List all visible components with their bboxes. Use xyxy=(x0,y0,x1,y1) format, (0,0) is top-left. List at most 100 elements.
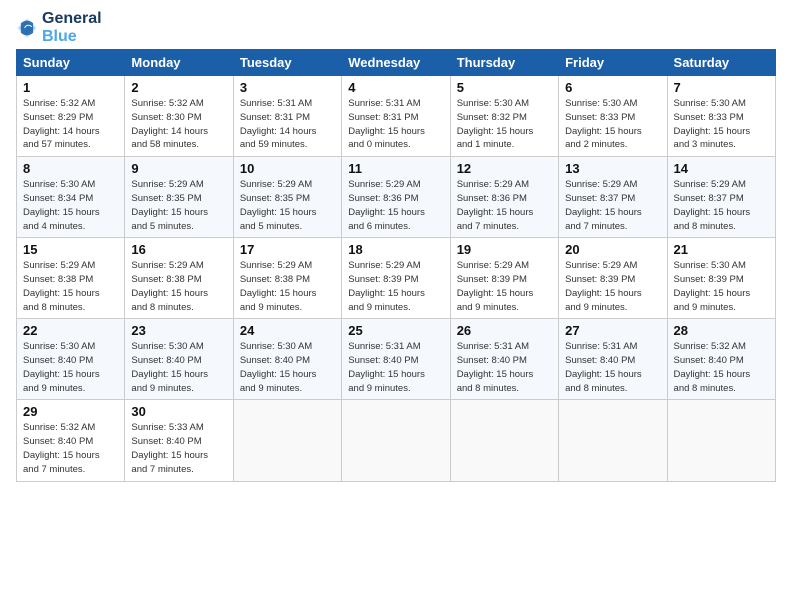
calendar-day-cell: 28 Sunrise: 5:32 AM Sunset: 8:40 PM Dayli… xyxy=(667,319,775,400)
page: General Blue SundayMondayTuesdayWednesda… xyxy=(0,0,792,612)
calendar-day-cell: 26 Sunrise: 5:31 AM Sunset: 8:40 PM Dayli… xyxy=(450,319,558,400)
day-info: Sunrise: 5:29 AM Sunset: 8:38 PM Dayligh… xyxy=(23,259,118,314)
calendar-day-cell: 5Sunrise: 5:30 AM Sunset: 8:32 PM Daylig… xyxy=(450,76,558,157)
day-number: 12 xyxy=(457,161,552,176)
calendar-day-cell: 3 Sunrise: 5:31 AM Sunset: 8:31 PM Daylig… xyxy=(233,76,341,157)
day-info: Sunrise: 5:29 AM Sunset: 8:35 PM Dayligh… xyxy=(240,178,335,233)
weekday-header-cell: Wednesday xyxy=(342,50,450,76)
header: General Blue xyxy=(16,10,776,45)
calendar-week-row: 29 Sunrise: 5:32 AM Sunset: 8:40 PM Dayli… xyxy=(17,400,776,481)
day-info: Sunrise: 5:32 AM Sunset: 8:40 PM Dayligh… xyxy=(674,340,769,395)
day-info: Sunrise: 5:30 AM Sunset: 8:40 PM Dayligh… xyxy=(131,340,226,395)
calendar-table: SundayMondayTuesdayWednesdayThursdayFrid… xyxy=(16,49,776,481)
calendar-day-cell: 27 Sunrise: 5:31 AM Sunset: 8:40 PM Dayli… xyxy=(559,319,667,400)
calendar-day-cell: 22Sunrise: 5:30 AM Sunset: 8:40 PM Dayli… xyxy=(17,319,125,400)
calendar-day-cell: 18 Sunrise: 5:29 AM Sunset: 8:39 PM Dayli… xyxy=(342,238,450,319)
day-info: Sunrise: 5:29 AM Sunset: 8:36 PM Dayligh… xyxy=(457,178,552,233)
day-number: 27 xyxy=(565,323,660,338)
day-number: 20 xyxy=(565,242,660,257)
day-number: 23 xyxy=(131,323,226,338)
day-info: Sunrise: 5:30 AM Sunset: 8:39 PM Dayligh… xyxy=(674,259,769,314)
day-number: 26 xyxy=(457,323,552,338)
day-info: Sunrise: 5:29 AM Sunset: 8:39 PM Dayligh… xyxy=(457,259,552,314)
calendar-day-cell: 29 Sunrise: 5:32 AM Sunset: 8:40 PM Dayli… xyxy=(17,400,125,481)
day-number: 9 xyxy=(131,161,226,176)
calendar-day-cell: 25 Sunrise: 5:31 AM Sunset: 8:40 PM Dayli… xyxy=(342,319,450,400)
calendar-week-row: 8 Sunrise: 5:30 AM Sunset: 8:34 PM Daylig… xyxy=(17,157,776,238)
calendar-day-cell xyxy=(667,400,775,481)
weekday-header-row: SundayMondayTuesdayWednesdayThursdayFrid… xyxy=(17,50,776,76)
day-info: Sunrise: 5:29 AM Sunset: 8:39 PM Dayligh… xyxy=(565,259,660,314)
weekday-header-cell: Sunday xyxy=(17,50,125,76)
day-number: 3 xyxy=(240,80,335,95)
day-number: 7 xyxy=(674,80,769,95)
calendar-day-cell: 13 Sunrise: 5:29 AM Sunset: 8:37 PM Dayli… xyxy=(559,157,667,238)
calendar-week-row: 22Sunrise: 5:30 AM Sunset: 8:40 PM Dayli… xyxy=(17,319,776,400)
calendar-day-cell: 23 Sunrise: 5:30 AM Sunset: 8:40 PM Dayli… xyxy=(125,319,233,400)
day-number: 1 xyxy=(23,80,118,95)
weekday-header-cell: Friday xyxy=(559,50,667,76)
logo-icon xyxy=(16,17,38,39)
day-number: 17 xyxy=(240,242,335,257)
calendar-day-cell: 2 Sunrise: 5:32 AM Sunset: 8:30 PM Daylig… xyxy=(125,76,233,157)
day-number: 30 xyxy=(131,404,226,419)
calendar-day-cell: 9Sunrise: 5:29 AM Sunset: 8:35 PM Daylig… xyxy=(125,157,233,238)
day-info: Sunrise: 5:31 AM Sunset: 8:31 PM Dayligh… xyxy=(240,97,335,152)
day-number: 15 xyxy=(23,242,118,257)
calendar-day-cell: 17 Sunrise: 5:29 AM Sunset: 8:38 PM Dayli… xyxy=(233,238,341,319)
calendar-day-cell: 20 Sunrise: 5:29 AM Sunset: 8:39 PM Dayli… xyxy=(559,238,667,319)
day-info: Sunrise: 5:29 AM Sunset: 8:38 PM Dayligh… xyxy=(240,259,335,314)
logo: General Blue xyxy=(16,10,102,45)
day-number: 11 xyxy=(348,161,443,176)
calendar-day-cell: 11 Sunrise: 5:29 AM Sunset: 8:36 PM Dayli… xyxy=(342,157,450,238)
calendar-day-cell xyxy=(559,400,667,481)
weekday-header-cell: Monday xyxy=(125,50,233,76)
day-info: Sunrise: 5:30 AM Sunset: 8:40 PM Dayligh… xyxy=(240,340,335,395)
day-number: 18 xyxy=(348,242,443,257)
day-number: 25 xyxy=(348,323,443,338)
day-info: Sunrise: 5:29 AM Sunset: 8:37 PM Dayligh… xyxy=(674,178,769,233)
calendar-day-cell: 4 Sunrise: 5:31 AM Sunset: 8:31 PM Daylig… xyxy=(342,76,450,157)
day-number: 10 xyxy=(240,161,335,176)
calendar-day-cell: 7 Sunrise: 5:30 AM Sunset: 8:33 PM Daylig… xyxy=(667,76,775,157)
day-number: 16 xyxy=(131,242,226,257)
calendar-day-cell: 10 Sunrise: 5:29 AM Sunset: 8:35 PM Dayli… xyxy=(233,157,341,238)
calendar-day-cell: 8 Sunrise: 5:30 AM Sunset: 8:34 PM Daylig… xyxy=(17,157,125,238)
calendar-day-cell: 15 Sunrise: 5:29 AM Sunset: 8:38 PM Dayli… xyxy=(17,238,125,319)
day-number: 6 xyxy=(565,80,660,95)
day-info: Sunrise: 5:30 AM Sunset: 8:40 PM Dayligh… xyxy=(23,340,118,395)
day-number: 4 xyxy=(348,80,443,95)
day-info: Sunrise: 5:32 AM Sunset: 8:30 PM Dayligh… xyxy=(131,97,226,152)
day-number: 19 xyxy=(457,242,552,257)
calendar-day-cell xyxy=(233,400,341,481)
day-info: Sunrise: 5:31 AM Sunset: 8:40 PM Dayligh… xyxy=(565,340,660,395)
day-info: Sunrise: 5:30 AM Sunset: 8:32 PM Dayligh… xyxy=(457,97,552,152)
day-info: Sunrise: 5:31 AM Sunset: 8:40 PM Dayligh… xyxy=(457,340,552,395)
calendar-week-row: 1 Sunrise: 5:32 AM Sunset: 8:29 PM Daylig… xyxy=(17,76,776,157)
day-number: 2 xyxy=(131,80,226,95)
day-info: Sunrise: 5:31 AM Sunset: 8:31 PM Dayligh… xyxy=(348,97,443,152)
weekday-header-cell: Tuesday xyxy=(233,50,341,76)
day-info: Sunrise: 5:32 AM Sunset: 8:29 PM Dayligh… xyxy=(23,97,118,152)
day-number: 13 xyxy=(565,161,660,176)
day-number: 14 xyxy=(674,161,769,176)
day-info: Sunrise: 5:29 AM Sunset: 8:36 PM Dayligh… xyxy=(348,178,443,233)
day-info: Sunrise: 5:30 AM Sunset: 8:33 PM Dayligh… xyxy=(674,97,769,152)
calendar-day-cell: 24Sunrise: 5:30 AM Sunset: 8:40 PM Dayli… xyxy=(233,319,341,400)
day-info: Sunrise: 5:32 AM Sunset: 8:40 PM Dayligh… xyxy=(23,421,118,476)
day-info: Sunrise: 5:31 AM Sunset: 8:40 PM Dayligh… xyxy=(348,340,443,395)
weekday-header-cell: Saturday xyxy=(667,50,775,76)
day-info: Sunrise: 5:29 AM Sunset: 8:37 PM Dayligh… xyxy=(565,178,660,233)
calendar-day-cell: 1 Sunrise: 5:32 AM Sunset: 8:29 PM Daylig… xyxy=(17,76,125,157)
day-number: 29 xyxy=(23,404,118,419)
calendar-day-cell: 30 Sunrise: 5:33 AM Sunset: 8:40 PM Dayli… xyxy=(125,400,233,481)
day-info: Sunrise: 5:30 AM Sunset: 8:34 PM Dayligh… xyxy=(23,178,118,233)
calendar-day-cell xyxy=(342,400,450,481)
calendar-day-cell: 14 Sunrise: 5:29 AM Sunset: 8:37 PM Dayli… xyxy=(667,157,775,238)
day-number: 28 xyxy=(674,323,769,338)
day-info: Sunrise: 5:30 AM Sunset: 8:33 PM Dayligh… xyxy=(565,97,660,152)
day-number: 8 xyxy=(23,161,118,176)
day-info: Sunrise: 5:29 AM Sunset: 8:39 PM Dayligh… xyxy=(348,259,443,314)
day-info: Sunrise: 5:33 AM Sunset: 8:40 PM Dayligh… xyxy=(131,421,226,476)
weekday-header-cell: Thursday xyxy=(450,50,558,76)
